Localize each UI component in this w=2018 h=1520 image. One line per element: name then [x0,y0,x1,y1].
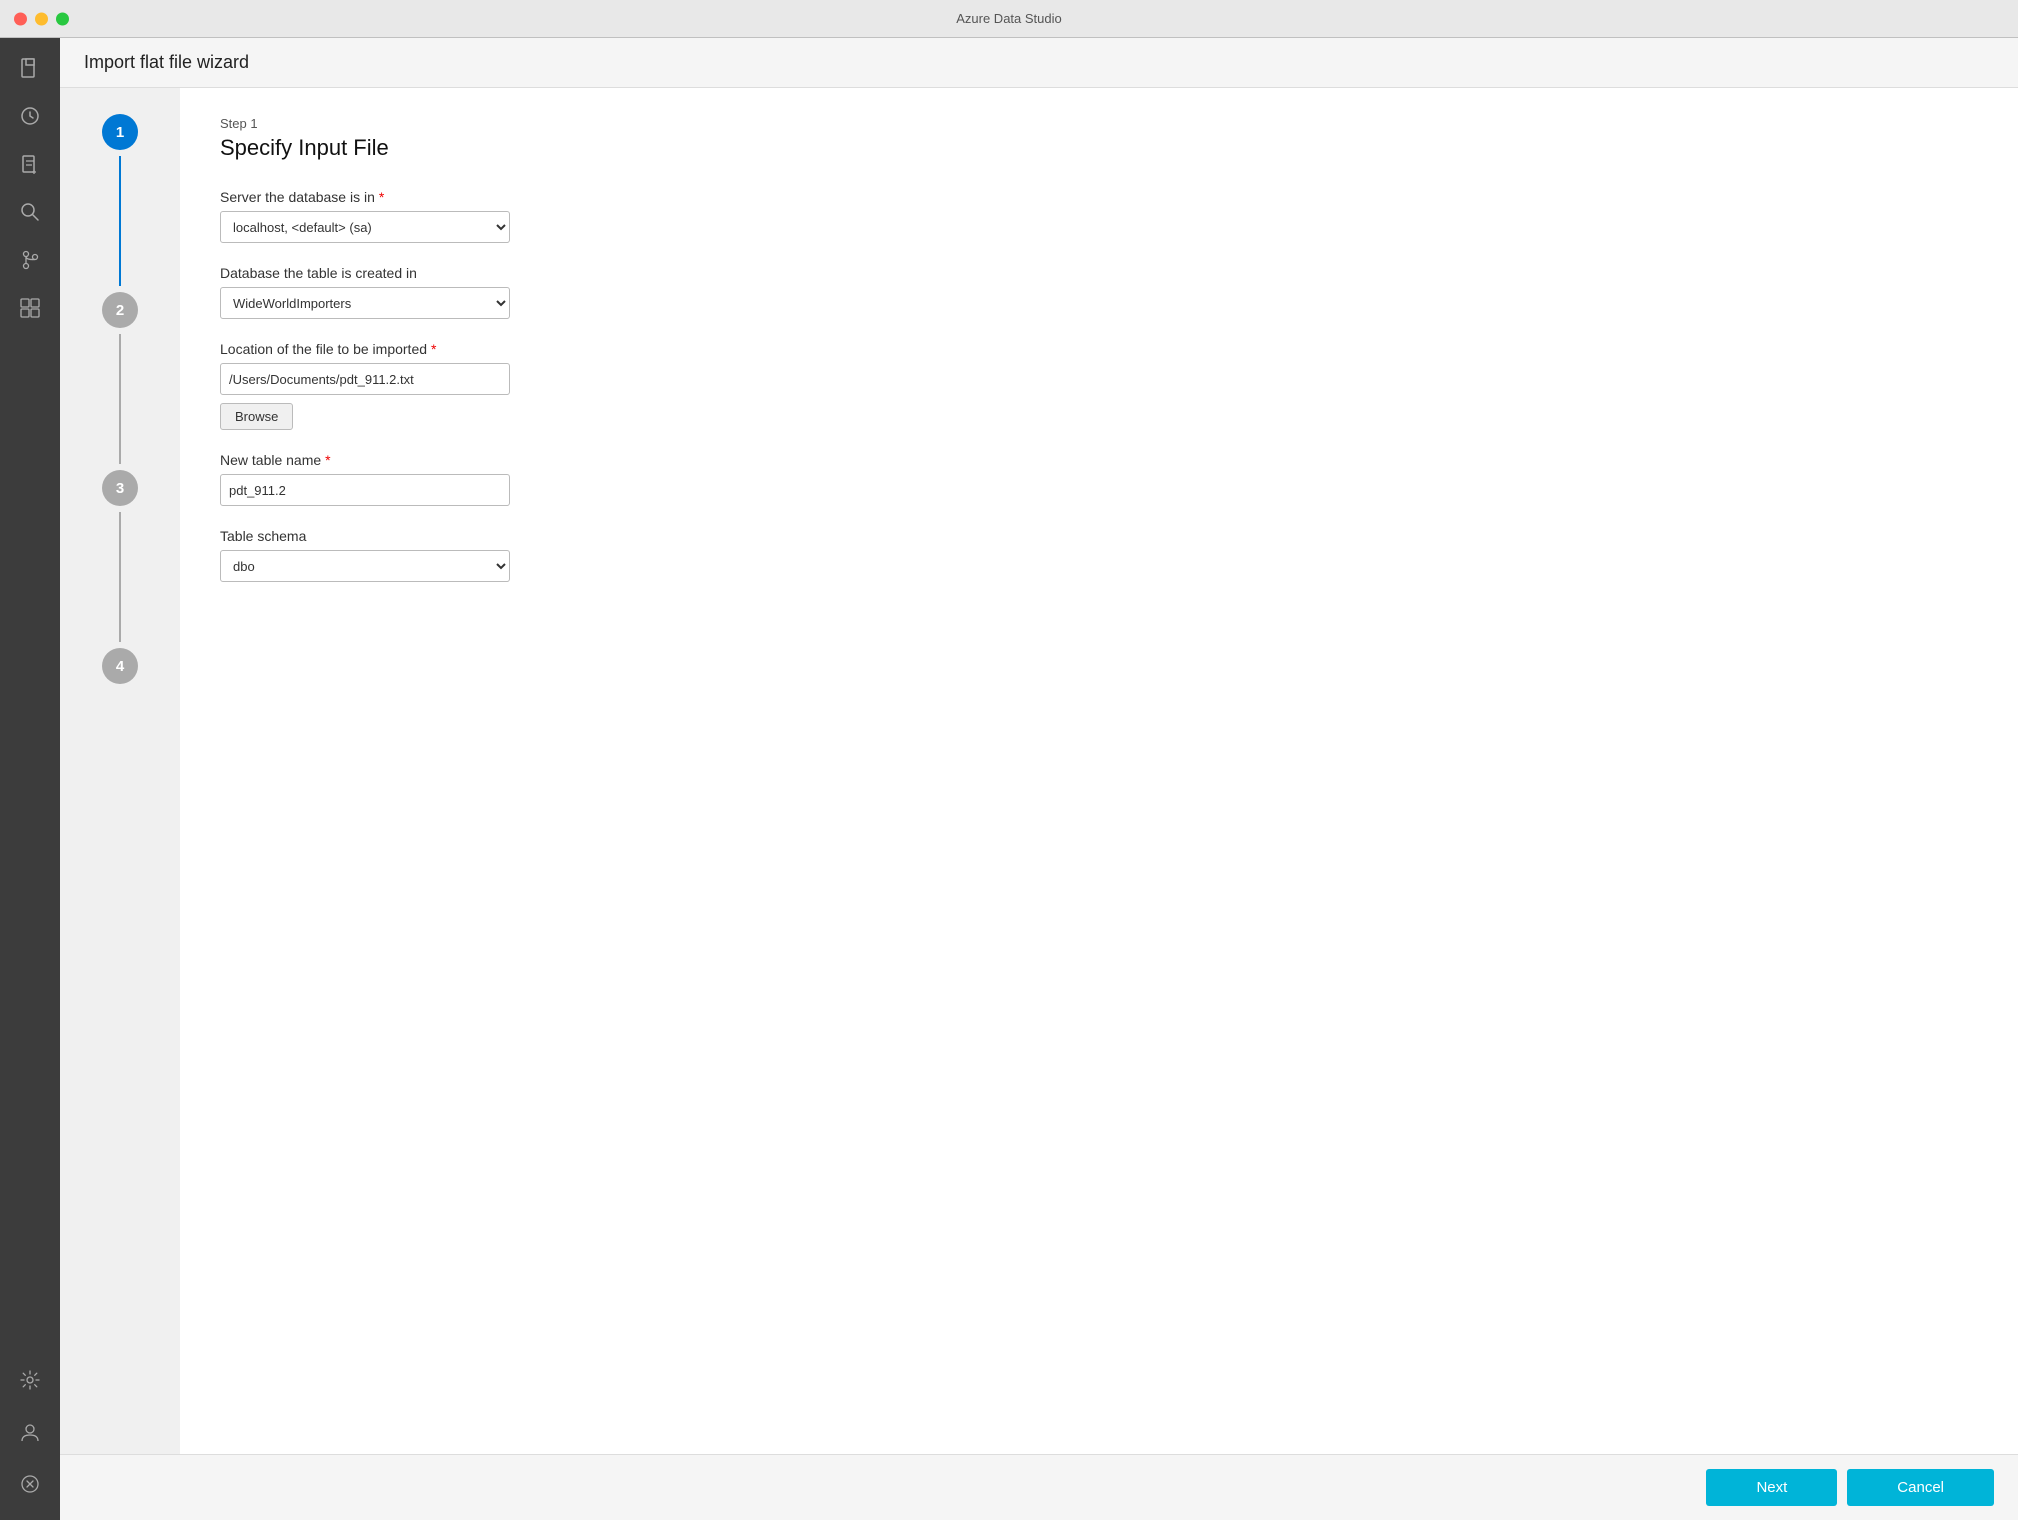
app-title: Azure Data Studio [956,11,1062,26]
minimize-button[interactable] [35,12,48,25]
server-label: Server the database is in * [220,189,1978,205]
step-line-1-2 [119,156,121,286]
file-input[interactable] [220,363,510,395]
schema-section: Table schema dbo [220,528,1978,582]
step-heading: Specify Input File [220,135,1978,161]
step-line-2-3 [119,334,121,464]
account-icon[interactable] [8,1410,52,1454]
step-2: 2 [102,286,138,334]
sidebar-item-search[interactable] [8,190,52,234]
step-1-circle: 1 [102,114,138,150]
step-4: 4 [102,642,138,690]
browse-button[interactable]: Browse [220,403,293,430]
step-3-circle: 3 [102,470,138,506]
sidebar-item-history[interactable] [8,94,52,138]
error-icon[interactable] [8,1462,52,1506]
file-label: Location of the file to be imported * [220,341,1978,357]
step-label: Step 1 [220,116,1978,131]
table-name-required: * [325,452,330,468]
title-bar: Azure Data Studio [0,0,2018,38]
step-2-circle: 2 [102,292,138,328]
wizard-footer: Next Cancel [60,1454,2018,1520]
database-section: Database the table is created in WideWor… [220,265,1978,319]
step-line-3-4 [119,512,121,642]
sidebar-item-extensions[interactable] [8,286,52,330]
server-select[interactable]: localhost, <default> (sa) [220,211,510,243]
sidebar-item-newfile[interactable] [8,142,52,186]
activity-bar [0,38,60,1520]
database-label: Database the table is created in [220,265,1978,281]
step-4-circle: 4 [102,648,138,684]
wizard-title: Import flat file wizard [84,52,249,72]
sidebar-item-git[interactable] [8,238,52,282]
window-controls[interactable] [14,12,69,25]
schema-label: Table schema [220,528,1978,544]
table-name-label: New table name * [220,452,1978,468]
step-1: 1 [102,108,138,156]
wizard-header: Import flat file wizard [60,38,2018,88]
content-panel: Step 1 Specify Input File Server the dat… [180,88,2018,1454]
table-name-section: New table name * [220,452,1978,506]
steps-sidebar: 1 2 3 4 [60,88,180,1454]
schema-select[interactable]: dbo [220,550,510,582]
settings-icon[interactable] [8,1358,52,1402]
server-section: Server the database is in * localhost, <… [220,189,1978,243]
close-button[interactable] [14,12,27,25]
next-button[interactable]: Next [1706,1469,1837,1506]
maximize-button[interactable] [56,12,69,25]
sidebar-item-files[interactable] [8,46,52,90]
database-select[interactable]: WideWorldImporters [220,287,510,319]
file-required: * [431,341,436,357]
table-name-input[interactable] [220,474,510,506]
step-3: 3 [102,464,138,512]
cancel-button[interactable]: Cancel [1847,1469,1994,1506]
file-section: Location of the file to be imported * Br… [220,341,1978,430]
server-required: * [379,189,384,205]
